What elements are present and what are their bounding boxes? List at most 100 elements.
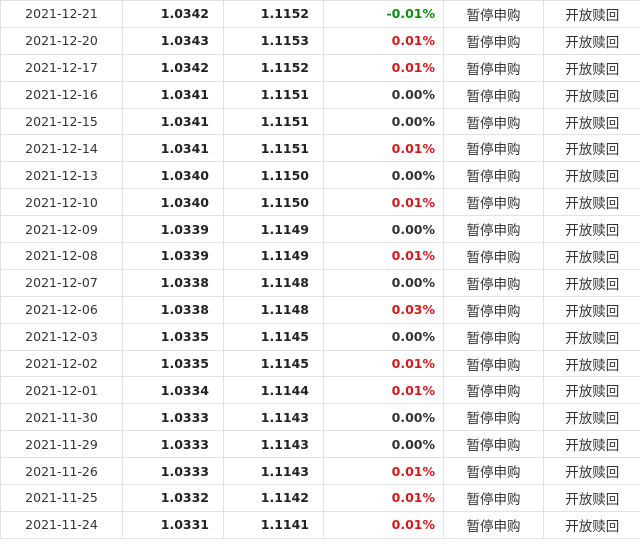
- nav-date-cell: 2021-12-16: [0, 81, 123, 109]
- subscription-status-cell: 暂停申购: [443, 215, 544, 244]
- unit-nav-cell: 1.0331: [122, 511, 224, 539]
- unit-nav-cell: 1.0342: [122, 0, 224, 28]
- nav-date-cell: 2021-12-14: [0, 134, 123, 163]
- accumulated-nav-cell: 1.1141: [223, 511, 324, 539]
- subscription-status-cell: 暂停申购: [443, 403, 544, 432]
- daily-growth-cell: 0.00%: [323, 215, 444, 244]
- subscription-status-cell: 暂停申购: [443, 484, 544, 512]
- accumulated-nav-cell: 1.1145: [223, 350, 324, 378]
- table-row: 2021-12-01 1.0334 1.1144 0.01% 暂停申购 开放赎回: [0, 376, 640, 405]
- unit-nav-cell: 1.0338: [122, 296, 224, 324]
- subscription-status-cell: 暂停申购: [443, 376, 544, 405]
- subscription-status-cell: 暂停申购: [443, 430, 544, 459]
- daily-growth-cell: 0.00%: [323, 403, 444, 432]
- table-row: 2021-12-15 1.0341 1.1151 0.00% 暂停申购 开放赎回: [0, 108, 640, 136]
- accumulated-nav-cell: 1.1152: [223, 0, 324, 28]
- redemption-status-cell: 开放赎回: [543, 484, 640, 512]
- redemption-status-cell: 开放赎回: [543, 242, 640, 270]
- daily-growth-cell: -0.01%: [323, 0, 444, 28]
- redemption-status-cell: 开放赎回: [543, 511, 640, 539]
- table-row: 2021-12-14 1.0341 1.1151 0.01% 暂停申购 开放赎回: [0, 134, 640, 163]
- nav-date-cell: 2021-12-01: [0, 376, 123, 405]
- accumulated-nav-cell: 1.1150: [223, 188, 324, 217]
- daily-growth-cell: 0.03%: [323, 296, 444, 324]
- nav-date-cell: 2021-11-30: [0, 403, 123, 432]
- accumulated-nav-cell: 1.1149: [223, 215, 324, 244]
- redemption-status-cell: 开放赎回: [543, 350, 640, 378]
- unit-nav-cell: 1.0343: [122, 27, 224, 55]
- unit-nav-cell: 1.0342: [122, 54, 224, 82]
- nav-date-cell: 2021-12-09: [0, 215, 123, 244]
- table-row: 2021-11-29 1.0333 1.1143 0.00% 暂停申购 开放赎回: [0, 430, 640, 459]
- table-row: 2021-12-03 1.0335 1.1145 0.00% 暂停申购 开放赎回: [0, 323, 640, 351]
- daily-growth-cell: 0.01%: [323, 350, 444, 378]
- nav-date-cell: 2021-12-15: [0, 108, 123, 136]
- redemption-status-cell: 开放赎回: [543, 54, 640, 82]
- nav-date-cell: 2021-12-07: [0, 269, 123, 297]
- accumulated-nav-cell: 1.1144: [223, 376, 324, 405]
- nav-date-cell: 2021-12-03: [0, 323, 123, 351]
- unit-nav-cell: 1.0332: [122, 484, 224, 512]
- nav-date-cell: 2021-12-10: [0, 188, 123, 217]
- unit-nav-cell: 1.0340: [122, 188, 224, 217]
- table-row: 2021-12-07 1.0338 1.1148 0.00% 暂停申购 开放赎回: [0, 269, 640, 297]
- subscription-status-cell: 暂停申购: [443, 54, 544, 82]
- nav-date-cell: 2021-12-13: [0, 161, 123, 190]
- fund-nav-history-table: 2021-12-21 1.0342 1.1152 -0.01% 暂停申购 开放赎…: [0, 0, 640, 539]
- unit-nav-cell: 1.0341: [122, 134, 224, 163]
- accumulated-nav-cell: 1.1151: [223, 108, 324, 136]
- accumulated-nav-cell: 1.1150: [223, 161, 324, 190]
- redemption-status-cell: 开放赎回: [543, 81, 640, 109]
- daily-growth-cell: 0.00%: [323, 430, 444, 459]
- unit-nav-cell: 1.0333: [122, 403, 224, 432]
- nav-date-cell: 2021-11-24: [0, 511, 123, 539]
- accumulated-nav-cell: 1.1143: [223, 457, 324, 486]
- subscription-status-cell: 暂停申购: [443, 323, 544, 351]
- accumulated-nav-cell: 1.1145: [223, 323, 324, 351]
- daily-growth-cell: 0.00%: [323, 161, 444, 190]
- redemption-status-cell: 开放赎回: [543, 188, 640, 217]
- table-row: 2021-11-26 1.0333 1.1143 0.01% 暂停申购 开放赎回: [0, 457, 640, 486]
- subscription-status-cell: 暂停申购: [443, 0, 544, 28]
- nav-date-cell: 2021-11-25: [0, 484, 123, 512]
- nav-date-cell: 2021-12-21: [0, 0, 123, 28]
- redemption-status-cell: 开放赎回: [543, 27, 640, 55]
- nav-date-cell: 2021-11-29: [0, 430, 123, 459]
- unit-nav-cell: 1.0338: [122, 269, 224, 297]
- subscription-status-cell: 暂停申购: [443, 108, 544, 136]
- redemption-status-cell: 开放赎回: [543, 161, 640, 190]
- unit-nav-cell: 1.0335: [122, 350, 224, 378]
- unit-nav-cell: 1.0341: [122, 108, 224, 136]
- redemption-status-cell: 开放赎回: [543, 0, 640, 28]
- subscription-status-cell: 暂停申购: [443, 350, 544, 378]
- unit-nav-cell: 1.0334: [122, 376, 224, 405]
- table-row: 2021-12-10 1.0340 1.1150 0.01% 暂停申购 开放赎回: [0, 188, 640, 217]
- subscription-status-cell: 暂停申购: [443, 296, 544, 324]
- accumulated-nav-cell: 1.1149: [223, 242, 324, 270]
- redemption-status-cell: 开放赎回: [543, 430, 640, 459]
- unit-nav-cell: 1.0333: [122, 430, 224, 459]
- table-row: 2021-12-06 1.0338 1.1148 0.03% 暂停申购 开放赎回: [0, 296, 640, 324]
- daily-growth-cell: 0.01%: [323, 376, 444, 405]
- subscription-status-cell: 暂停申购: [443, 188, 544, 217]
- redemption-status-cell: 开放赎回: [543, 457, 640, 486]
- subscription-status-cell: 暂停申购: [443, 27, 544, 55]
- subscription-status-cell: 暂停申购: [443, 269, 544, 297]
- accumulated-nav-cell: 1.1143: [223, 403, 324, 432]
- unit-nav-cell: 1.0341: [122, 81, 224, 109]
- subscription-status-cell: 暂停申购: [443, 134, 544, 163]
- accumulated-nav-cell: 1.1143: [223, 430, 324, 459]
- table-row: 2021-12-20 1.0343 1.1153 0.01% 暂停申购 开放赎回: [0, 27, 640, 55]
- daily-growth-cell: 0.01%: [323, 54, 444, 82]
- redemption-status-cell: 开放赎回: [543, 269, 640, 297]
- accumulated-nav-cell: 1.1148: [223, 269, 324, 297]
- table-row: 2021-11-25 1.0332 1.1142 0.01% 暂停申购 开放赎回: [0, 484, 640, 512]
- table-row: 2021-12-21 1.0342 1.1152 -0.01% 暂停申购 开放赎…: [0, 0, 640, 28]
- table-row: 2021-12-17 1.0342 1.1152 0.01% 暂停申购 开放赎回: [0, 54, 640, 82]
- nav-date-cell: 2021-12-02: [0, 350, 123, 378]
- nav-date-cell: 2021-11-26: [0, 457, 123, 486]
- subscription-status-cell: 暂停申购: [443, 457, 544, 486]
- daily-growth-cell: 0.01%: [323, 484, 444, 512]
- table-row: 2021-11-24 1.0331 1.1141 0.01% 暂停申购 开放赎回: [0, 511, 640, 539]
- nav-date-cell: 2021-12-06: [0, 296, 123, 324]
